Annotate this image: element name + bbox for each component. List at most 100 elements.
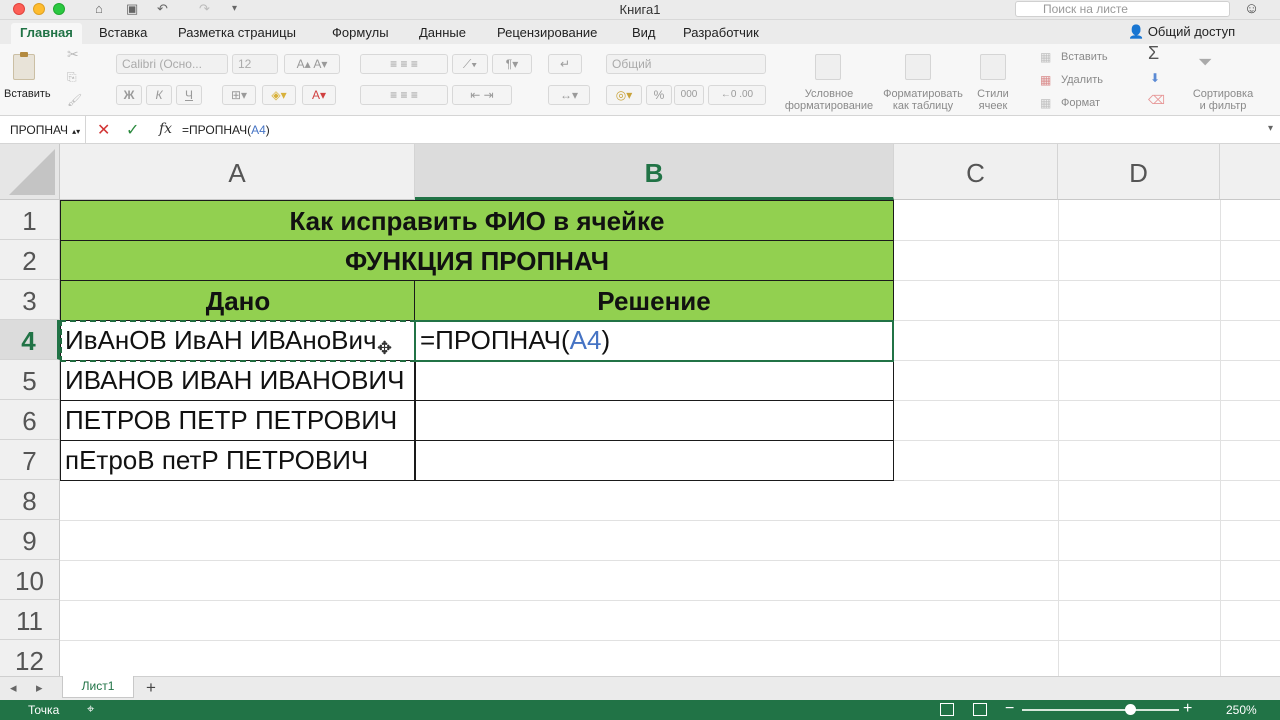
cancel-icon[interactable]: ✕: [97, 120, 110, 140]
indent-buttons[interactable]: ⇤ ⇥: [452, 85, 512, 105]
enter-icon[interactable]: ✓: [126, 120, 139, 140]
font-size-select[interactable]: 12: [232, 54, 278, 74]
wrap-text-button[interactable]: ↵: [548, 54, 582, 74]
row-header-1[interactable]: 1: [0, 200, 60, 240]
column-header-d[interactable]: D: [1058, 144, 1220, 200]
zoom-out-button[interactable]: −: [1005, 700, 1014, 718]
format-as-table-label[interactable]: Форматировать как таблицу: [878, 88, 968, 112]
accessibility-icon[interactable]: ⌖: [87, 701, 94, 717]
expand-formula-bar-icon[interactable]: ▾: [1268, 123, 1273, 134]
sort-filter-icon[interactable]: ⏷: [1198, 53, 1212, 71]
cell-a7[interactable]: пЕтроВ петР ПЕТРОВИЧ: [60, 440, 416, 481]
column-header-b[interactable]: B: [415, 144, 894, 200]
zoom-level[interactable]: 250%: [1226, 703, 1257, 717]
insert-function-icon[interactable]: fx: [159, 121, 172, 137]
select-all-button[interactable]: [0, 144, 60, 200]
row-header-3[interactable]: 3: [0, 280, 60, 320]
italic-button[interactable]: К: [146, 85, 172, 105]
page-layout-view-icon[interactable]: [973, 703, 987, 716]
format-cells-label[interactable]: Формат: [1061, 97, 1100, 109]
row-header-4[interactable]: 4: [0, 320, 60, 360]
font-color-button[interactable]: A▾: [302, 85, 336, 105]
row-header-10[interactable]: 10: [0, 560, 60, 600]
cell-a6[interactable]: ПЕТРОВ ПЕТР ПЕТРОВИЧ: [60, 400, 416, 441]
zoom-slider-knob[interactable]: [1125, 704, 1136, 715]
underline-button[interactable]: Ч: [176, 85, 202, 105]
currency-button[interactable]: ◎▾: [606, 85, 642, 105]
delete-cells-label[interactable]: Удалить: [1061, 74, 1103, 86]
decimal-buttons[interactable]: ←0 .00: [708, 85, 766, 105]
row-header-11[interactable]: 11: [0, 600, 60, 640]
paste-icon[interactable]: [13, 52, 35, 80]
percent-button[interactable]: %: [646, 85, 672, 105]
tab-home[interactable]: Главная: [11, 23, 82, 44]
cell-a5[interactable]: ИВАНОВ ИВАН ИВАНОВИЧ: [60, 360, 416, 401]
formula-input[interactable]: =ПРОПНАЧ(A4): [182, 123, 270, 137]
insert-cells-label[interactable]: Вставить: [1061, 51, 1108, 63]
tab-review[interactable]: Рецензирование: [497, 25, 597, 40]
cell-styles-icon[interactable]: [980, 54, 1006, 80]
row-header-8[interactable]: 8: [0, 480, 60, 520]
row-header-7[interactable]: 7: [0, 440, 60, 480]
add-sheet-button[interactable]: +: [146, 678, 156, 698]
active-cell-b4[interactable]: =ПРОПНАЧ(A4): [414, 320, 894, 362]
conditional-format-label[interactable]: Условное форматирование: [780, 88, 878, 112]
zoom-in-button[interactable]: +: [1183, 700, 1192, 718]
orientation-button[interactable]: ⟋▾: [452, 54, 488, 74]
tab-developer[interactable]: Разработчик: [683, 25, 759, 40]
column-header-c[interactable]: C: [894, 144, 1058, 200]
zoom-slider[interactable]: [1022, 709, 1179, 711]
conditional-format-icon[interactable]: [815, 54, 841, 80]
format-painter-icon[interactable]: 🖌: [67, 94, 82, 106]
prev-sheet-icon[interactable]: ◂: [10, 680, 17, 696]
header-solution-cell[interactable]: Решение: [414, 280, 894, 321]
name-box[interactable]: ПРОПНАЧ ▴▾: [0, 116, 86, 144]
sheet-tab[interactable]: Лист1: [62, 676, 134, 698]
font-name-select[interactable]: Calibri (Осно...: [116, 54, 228, 74]
thousands-button[interactable]: 000: [674, 85, 704, 105]
insert-cells-icon[interactable]: ▦: [1040, 51, 1051, 63]
column-header-a[interactable]: A: [60, 144, 415, 200]
row-header-2[interactable]: 2: [0, 240, 60, 280]
cell-b7[interactable]: [414, 440, 894, 481]
cell-a4[interactable]: ИвАнОВ ИвАН ИВАноВич: [60, 320, 416, 361]
horizontal-align-group[interactable]: ≡ ≡ ≡: [360, 85, 448, 105]
header-given-cell[interactable]: Дано: [60, 280, 416, 321]
font-size-grow-shrink[interactable]: A▴ A▾: [284, 54, 340, 74]
format-cells-icon[interactable]: ▦: [1040, 97, 1051, 109]
tab-view[interactable]: Вид: [632, 25, 656, 40]
cell-b5[interactable]: [414, 360, 894, 401]
row-header-6[interactable]: 6: [0, 400, 60, 440]
tab-data[interactable]: Данные: [419, 25, 466, 40]
tab-insert[interactable]: Вставка: [99, 25, 147, 40]
clear-icon[interactable]: ⌫: [1148, 94, 1165, 106]
normal-view-icon[interactable]: [940, 703, 954, 716]
fill-color-button[interactable]: ◈▾: [262, 85, 296, 105]
vertical-align-group[interactable]: ≡ ≡ ≡: [360, 54, 448, 74]
row-header-12[interactable]: 12: [0, 640, 60, 676]
search-input[interactable]: Поиск на листе: [1015, 1, 1230, 17]
feedback-smiley-icon[interactable]: ☺: [1244, 0, 1259, 17]
cell-styles-label[interactable]: Стили ячеек: [968, 88, 1018, 112]
sort-filter-label[interactable]: Сортировка и фильтр: [1180, 88, 1266, 112]
fill-icon[interactable]: ⬇: [1150, 72, 1160, 84]
next-sheet-icon[interactable]: ▸: [36, 680, 43, 696]
tab-page-layout[interactable]: Разметка страницы: [178, 25, 296, 40]
borders-button[interactable]: ⊞▾: [222, 85, 256, 105]
row-header-5[interactable]: 5: [0, 360, 60, 400]
autosum-icon[interactable]: Σ: [1148, 44, 1159, 62]
cell-b6[interactable]: [414, 400, 894, 441]
copy-icon[interactable]: ⎘: [67, 71, 77, 83]
bold-button[interactable]: Ж: [116, 85, 142, 105]
title-cell[interactable]: Как исправить ФИО в ячейке: [60, 200, 894, 241]
number-format-select[interactable]: Общий: [606, 54, 766, 74]
paragraph-button[interactable]: ¶▾: [492, 54, 532, 74]
column-header-e[interactable]: [1220, 144, 1280, 200]
share-button[interactable]: 👤 Общий доступ: [1128, 24, 1235, 40]
merge-cells-button[interactable]: ↔▾: [548, 85, 590, 105]
cut-icon[interactable]: ✂: [67, 47, 79, 61]
row-header-9[interactable]: 9: [0, 520, 60, 560]
format-as-table-icon[interactable]: [905, 54, 931, 80]
tab-formulas[interactable]: Формулы: [332, 25, 389, 40]
subtitle-cell[interactable]: ФУНКЦИЯ ПРОПНАЧ: [60, 240, 894, 281]
